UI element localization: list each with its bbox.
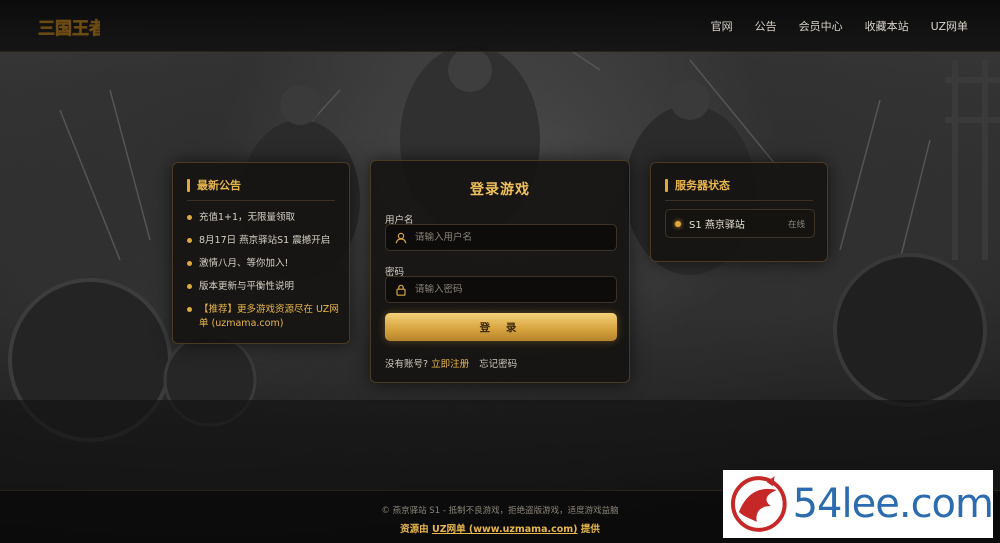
announcement-text: 8月17日 燕京驿站S1 震撼开启	[199, 235, 331, 246]
announcement-text: 充值1+1，无限量领取	[199, 212, 296, 223]
server-item-s1[interactable]: S1 燕京驿站 在线	[665, 209, 815, 238]
register-prompt: 没有账号? 立即注册	[385, 356, 469, 370]
server-status-title: 服务器状态	[675, 179, 730, 192]
uzmama-link[interactable]: UZ网单 (www.uzmama.com)	[432, 524, 578, 535]
username-input[interactable]	[415, 232, 605, 243]
announcement-text: 【推荐】更多游戏资源尽在 UZ网单 (uzmama.com)	[199, 304, 339, 329]
login-title: 登录游戏	[470, 182, 530, 198]
watermark-text-right: lee.com	[841, 481, 994, 527]
announcements-title: 最新公告	[197, 179, 241, 192]
announcement-item[interactable]: 充值1+1，无限量领取	[187, 211, 341, 225]
password-field	[385, 276, 617, 303]
announcements-header: 最新公告	[187, 178, 241, 192]
server-status-header: 服务器状态	[665, 178, 730, 192]
lock-icon	[396, 284, 406, 296]
divider	[187, 200, 335, 201]
watermark-text: 54lee.com	[792, 481, 994, 527]
no-account-text: 没有账号?	[385, 359, 429, 370]
nav-member-center[interactable]: 会员中心	[799, 18, 843, 34]
nav-official-site[interactable]: 官网	[711, 18, 733, 34]
announcements-list: 充值1+1，无限量领取 8月17日 燕京驿站S1 震撼开启 激情八月、等你加入!…	[187, 211, 341, 340]
login-links: 没有账号? 立即注册 忘记密码	[385, 356, 517, 370]
forgot-password-link[interactable]: 忘记密码	[479, 356, 517, 370]
register-link[interactable]: 立即注册	[431, 359, 469, 370]
watermark-text-left: 54	[792, 481, 843, 527]
top-navigation-bar: 三国王者 官网 公告 会员中心 收藏本站 UZ网单	[0, 0, 1000, 52]
credit-prefix: 资源由	[400, 524, 429, 535]
nav-announcements[interactable]: 公告	[755, 18, 777, 34]
divider	[665, 200, 813, 201]
user-icon	[395, 232, 407, 243]
announcement-item[interactable]: 激情八月、等你加入!	[187, 257, 341, 271]
server-status-text: 在线	[787, 219, 805, 230]
bullet-icon	[187, 238, 192, 243]
server-status-panel: 服务器状态 S1 燕京驿站 在线	[650, 162, 828, 262]
main-nav: 官网 公告 会员中心 收藏本站 UZ网单	[711, 0, 968, 52]
login-button[interactable]: 登 录	[385, 313, 617, 341]
game-logo[interactable]: 三国王者	[36, 10, 100, 42]
announcements-panel: 最新公告 充值1+1，无限量领取 8月17日 燕京驿站S1 震撼开启 激情八月、…	[172, 162, 350, 344]
dragon-logo-icon	[730, 476, 787, 532]
login-panel: 登录游戏 用户名 密码 登 录 没有账号? 立即注册 忘记密码	[370, 160, 630, 383]
bullet-icon	[187, 284, 192, 289]
password-input[interactable]	[415, 284, 605, 295]
watermark: 54lee.com	[723, 470, 994, 538]
title-accent-bar	[187, 178, 190, 192]
announcement-text: 版本更新与平衡性说明	[199, 281, 295, 292]
announcement-item[interactable]: 版本更新与平衡性说明	[187, 280, 341, 294]
announcement-item[interactable]: 8月17日 燕京驿站S1 震撼开启	[187, 234, 341, 248]
bullet-icon	[187, 215, 192, 220]
bullet-icon	[187, 261, 192, 266]
announcement-item-promo[interactable]: 【推荐】更多游戏资源尽在 UZ网单 (uzmama.com)	[187, 303, 341, 331]
username-field	[385, 224, 617, 251]
announcement-text: 激情八月、等你加入!	[199, 258, 289, 269]
online-status-dot	[675, 220, 681, 227]
bullet-icon	[187, 307, 192, 312]
server-name: S1 燕京驿站	[689, 220, 745, 231]
title-accent-bar	[665, 178, 668, 192]
nav-uz-store[interactable]: UZ网单	[931, 18, 968, 34]
credit-suffix: 提供	[580, 524, 600, 535]
nav-bookmark[interactable]: 收藏本站	[865, 18, 909, 34]
svg-text:三国王者: 三国王者	[38, 18, 100, 39]
